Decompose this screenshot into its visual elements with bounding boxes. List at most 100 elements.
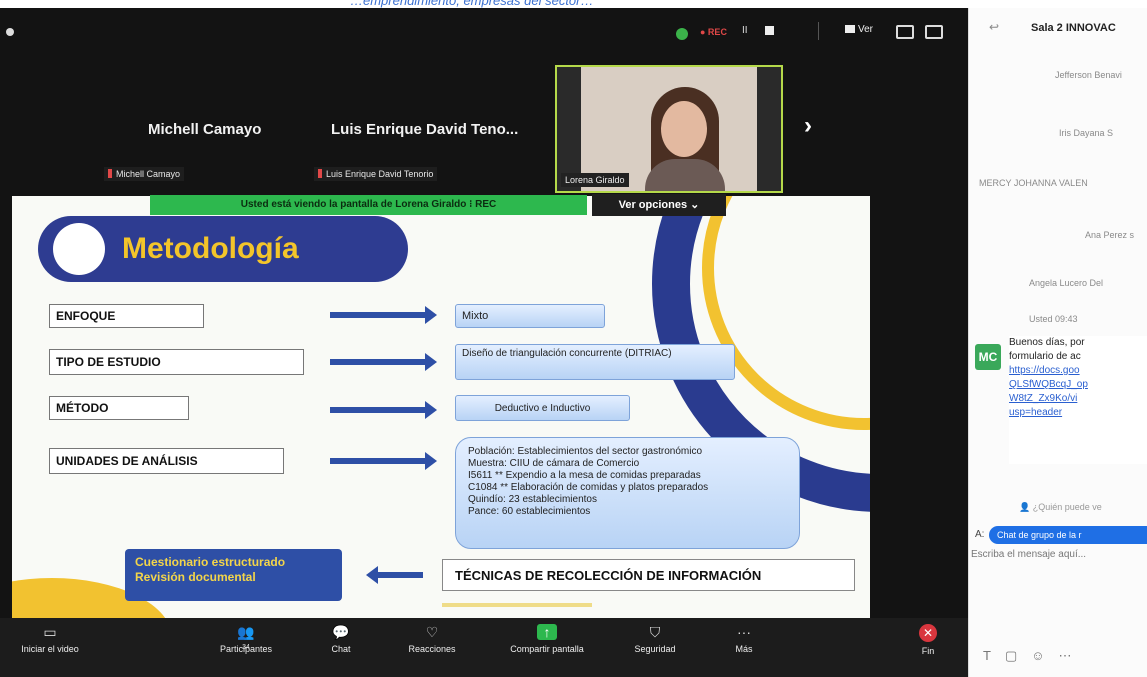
top-caption: …emprendimiento, empresas del sector… xyxy=(350,0,594,8)
method-label-box: TIPO DE ESTUDIO xyxy=(49,349,304,375)
slide-title: Metodología xyxy=(122,232,299,265)
security-icon: ⛉ xyxy=(649,624,661,640)
method-label-box: MÉTODO xyxy=(49,396,189,420)
chat-tools: T▢☺⋯ xyxy=(983,648,1086,664)
video-off-icon: ▭ xyxy=(43,624,57,640)
more-options-icon[interactable]: ⋯ xyxy=(1059,648,1086,663)
toolbar-divider xyxy=(818,22,819,40)
chat-back-icon[interactable]: ↩ xyxy=(989,20,999,34)
view-button-label: Ver xyxy=(858,24,874,35)
method-label-box: UNIDADES DE ANÁLISIS xyxy=(49,448,284,474)
speaker-face xyxy=(661,101,707,157)
method-value-box: Diseño de triangulación concurrente (DIT… xyxy=(455,344,735,380)
start-video-button[interactable]: ▭ Iniciar el video xyxy=(10,618,90,677)
analysis-units-line: Quindío: 23 establecimientos xyxy=(468,494,597,505)
slide-title-circle xyxy=(53,223,105,275)
view-options-button[interactable]: Ver opciones ⌄ xyxy=(592,194,726,216)
chat-message: Buenos días, por formulario de ac https:… xyxy=(1009,336,1147,464)
recipient-prefix: A: xyxy=(975,529,985,540)
share-screen-label: Compartir pantalla xyxy=(510,644,584,654)
participant-tile-label: Michell Camayo xyxy=(104,167,185,181)
video-name-label: Lorena Giraldo xyxy=(561,173,629,187)
right-arrow-icon xyxy=(330,353,437,371)
analysis-units-line: I5611 ** Expendio a la mesa de comidas p… xyxy=(468,470,701,481)
who-can-see-text: ¿Quién puede ve xyxy=(1032,502,1102,512)
participants-button[interactable]: 👥34 Participantes xyxy=(206,618,286,677)
participants-glyph: 👥 xyxy=(237,624,255,640)
left-arrow-icon xyxy=(366,566,423,584)
participant-tile-label: Luis Enrique David Tenorio xyxy=(314,167,438,181)
end-label: Fin xyxy=(921,646,935,656)
analysis-units-line: Pance: 60 establecimientos xyxy=(468,506,591,517)
analysis-units-line: Muestra: CIIU de cámara de Comercio xyxy=(468,458,640,469)
right-arrow-icon xyxy=(330,306,437,324)
attach-file-icon[interactable]: ▢ xyxy=(1005,648,1031,663)
techniques-box: TÉCNICAS DE RECOLECCIÓN DE INFORMACIÓN xyxy=(442,559,855,591)
message-link[interactable]: W8tZ_Zx9Ko/vi xyxy=(1009,392,1147,406)
right-arrow-icon xyxy=(330,452,437,470)
screen-share-banner: Usted está viendo la pantalla de Lorena … xyxy=(150,195,587,215)
message-link[interactable]: QLSfWQBcqJ_op xyxy=(1009,378,1147,392)
reactions-icon: ♡ xyxy=(425,624,439,640)
security-button[interactable]: ⛉ Seguridad xyxy=(615,618,695,677)
method-label-box: ENFOQUE xyxy=(49,304,204,328)
share-screen-icon: ↑ xyxy=(537,624,557,640)
end-meeting-button[interactable]: ✕ Fin xyxy=(888,618,968,677)
reactions-button[interactable]: ♡ Reacciones xyxy=(392,618,472,677)
window-dot-icon xyxy=(6,28,14,36)
muted-mic-icon xyxy=(318,169,322,178)
meeting-bottom-toolbar: ▭ Iniciar el video 👥34 Participantes 💬 Chat… xyxy=(0,618,968,677)
recipient-dropdown[interactable]: Chat de grupo de la r xyxy=(989,526,1147,544)
recording-indicator: ● REC xyxy=(700,27,727,37)
chat-member: MERCY JOHANNA VALEN xyxy=(979,178,1088,188)
pause-recording-button[interactable]: II xyxy=(742,25,748,36)
fullscreen-icon[interactable] xyxy=(925,25,943,39)
message-link[interactable]: https://docs.goo xyxy=(1009,364,1147,378)
method-value-box: Deductivo e Inductivo xyxy=(455,395,630,421)
analysis-units-line: Población: Establecimientos del sector g… xyxy=(468,446,703,457)
avatar: MC xyxy=(975,344,1001,370)
top-caption-strip: …emprendimiento, empresas del sector… xyxy=(0,0,1147,8)
video-area-margin xyxy=(880,196,968,618)
message-link[interactable]: usp=header xyxy=(1009,406,1147,420)
more-icon: ··· xyxy=(737,624,751,640)
encryption-shield-icon[interactable] xyxy=(676,28,688,40)
chat-button[interactable]: 💬 Chat xyxy=(301,618,381,677)
participants-icon: 👥34 xyxy=(236,624,256,651)
who-can-see-link[interactable]: 👤 ¿Quién puede ve xyxy=(1019,502,1102,513)
eye-icon: 👤 xyxy=(1019,502,1033,512)
chat-panel: ↩ Sala 2 INNOVAC Jefferson Benavi Iris D… xyxy=(968,8,1147,677)
shared-screen-slide: Metodología ENFOQUE TIPO DE ESTUDIO MÉTO… xyxy=(12,196,870,618)
next-page-chevron-icon[interactable]: › xyxy=(804,112,812,140)
chat-message-input[interactable]: Escriba el mensaje aquí... xyxy=(971,549,1086,560)
chat-room-title: Sala 2 INNOVAC xyxy=(1031,22,1116,34)
slide-footer-line xyxy=(442,603,592,607)
chat-member: Jefferson Benavi xyxy=(1055,70,1122,80)
reactions-label: Reacciones xyxy=(408,644,456,654)
chat-member: Iris Dayana S xyxy=(1059,128,1114,138)
start-video-label: Iniciar el video xyxy=(21,644,79,654)
instrument-line: Revisión documental xyxy=(135,570,256,584)
view-grid-icon xyxy=(845,25,855,33)
view-button[interactable]: Ver xyxy=(845,24,873,35)
participant-label-text: Michell Camayo xyxy=(116,169,181,179)
share-screen-button[interactable]: ↑ Compartir pantalla xyxy=(496,618,598,677)
participants-label: Participantes xyxy=(219,644,273,654)
speaker-body xyxy=(645,159,725,191)
video-background xyxy=(757,67,781,191)
more-label: Más xyxy=(735,644,753,654)
emoji-icon[interactable]: ☺ xyxy=(1031,648,1058,663)
chat-label: Chat xyxy=(331,644,351,654)
participant-tile-name: Luis Enrique David Teno... xyxy=(331,121,519,138)
active-speaker-video[interactable]: Lorena Giraldo xyxy=(555,65,783,193)
more-button[interactable]: ··· Más xyxy=(704,618,784,677)
pip-icon[interactable] xyxy=(896,25,914,39)
chat-member: Ana Perez s xyxy=(1085,230,1135,240)
security-label: Seguridad xyxy=(634,644,676,654)
participant-tile-name: Michell Camayo xyxy=(148,121,262,138)
end-icon: ✕ xyxy=(919,624,937,642)
instrument-line: Cuestionario estructurado xyxy=(135,555,286,569)
stop-recording-button[interactable] xyxy=(765,26,774,35)
format-text-icon[interactable]: T xyxy=(983,648,1005,663)
analysis-units-line: C1084 ** Elaboración de comidas y platos… xyxy=(468,482,709,493)
